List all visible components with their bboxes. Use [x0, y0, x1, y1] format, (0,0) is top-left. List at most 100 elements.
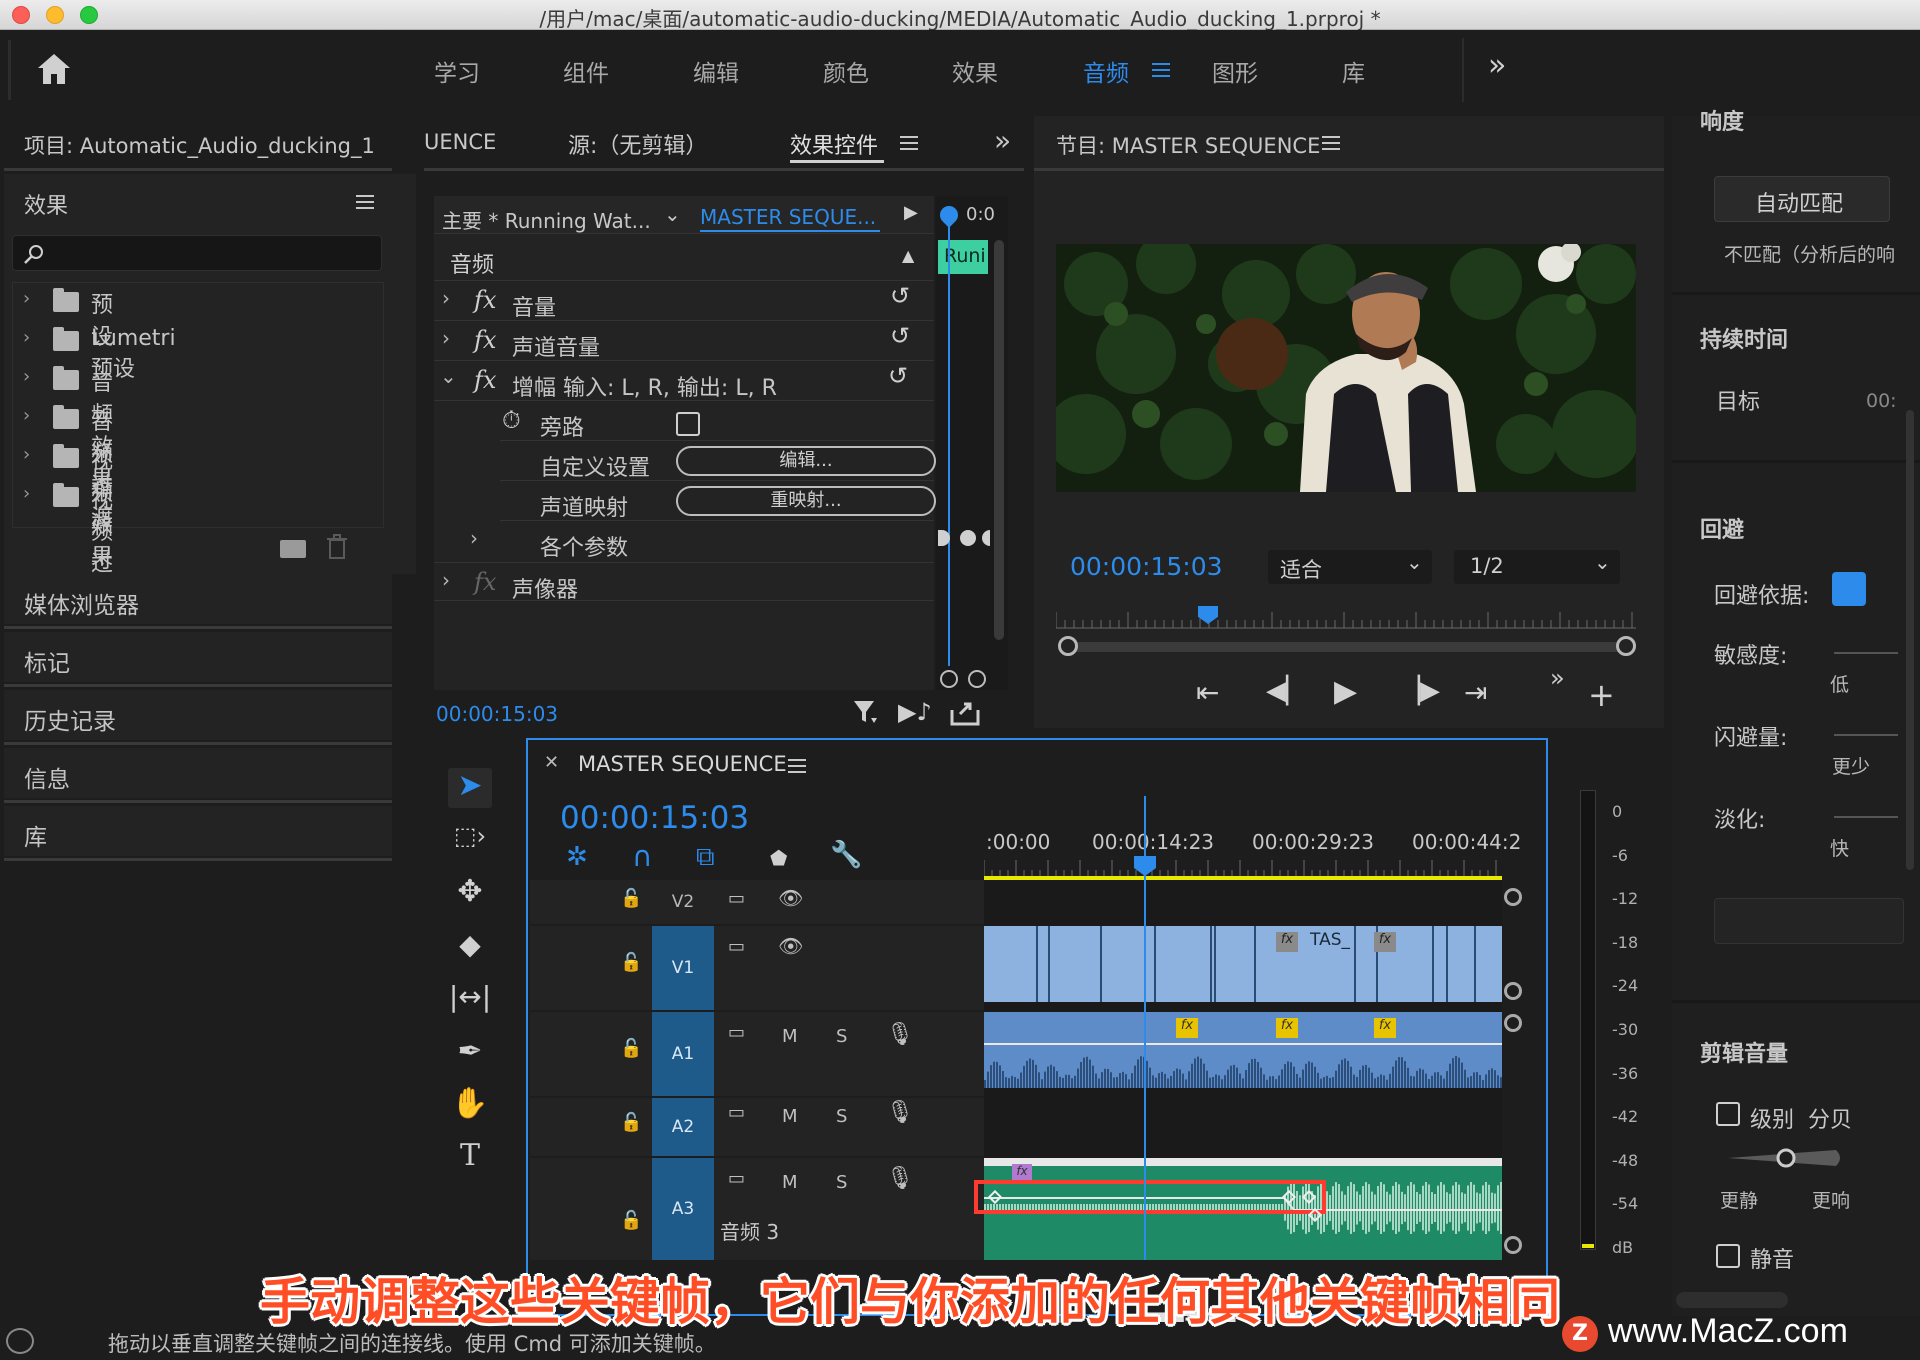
wrench-icon[interactable]: 🔧 [830, 840, 862, 870]
duck-against-dialogue-icon[interactable] [1832, 572, 1866, 606]
lock-icon[interactable]: 🔓 [620, 952, 642, 973]
scroll-handle[interactable] [1504, 1014, 1522, 1032]
go-to-in-icon[interactable]: ⇤ [1196, 676, 1219, 709]
timeline-timecode[interactable]: 00:00:15:03 [560, 800, 749, 836]
panel-tab-media-browser[interactable]: 媒体浏览器 [24, 586, 139, 620]
fx-icon[interactable]: fx [474, 568, 496, 596]
master-clip-label[interactable]: 主要 * Running Wat... [442, 205, 651, 234]
zoom-handle[interactable] [940, 670, 958, 688]
sync-lock-icon[interactable]: ▭ [728, 888, 745, 909]
ducking-header[interactable]: 回避 [1700, 512, 1744, 544]
eye-icon[interactable]: 👁 [778, 886, 803, 910]
panel-scrollbar[interactable] [1906, 410, 1914, 870]
effect-channel-volume[interactable]: 声道音量 [512, 330, 600, 362]
play-audio-icon[interactable]: ▶♪ [898, 698, 932, 726]
track-target-v1[interactable]: V1 [652, 926, 714, 1010]
more-controls-icon[interactable]: » [1550, 664, 1565, 692]
reset-dropdown-icon[interactable]: ↺ [888, 362, 908, 390]
workspace-menu-icon[interactable] [1152, 63, 1170, 77]
panel-overflow-icon[interactable]: » [994, 124, 1011, 157]
chevron-down-icon[interactable]: ⌄ [440, 364, 457, 388]
new-bin-icon[interactable] [280, 540, 306, 558]
workspace-tab-libraries[interactable]: 库 [1342, 54, 1365, 88]
linked-selection-icon[interactable]: ⧉ [696, 842, 715, 873]
duration-header[interactable]: 持续时间 [1700, 322, 1788, 354]
chevron-right-icon[interactable]: › [23, 288, 30, 309]
close-tab-icon[interactable]: ✕ [544, 752, 559, 773]
effect-controls-menu-icon[interactable] [900, 136, 918, 150]
workspace-tab-assembly[interactable]: 组件 [563, 54, 609, 88]
track-target-a3[interactable]: A3 [652, 1158, 714, 1260]
sync-lock-icon[interactable]: ▭ [728, 1022, 745, 1043]
scroll-handle[interactable] [1504, 888, 1522, 906]
clip-edit-point[interactable] [1214, 926, 1216, 1002]
track-target-v2[interactable]: V2 [652, 880, 714, 924]
nest-icon[interactable]: ✲ [566, 842, 588, 872]
filter-icon[interactable] [852, 698, 880, 726]
video-frame[interactable] [1056, 244, 1636, 492]
lock-icon[interactable]: 🔓 [620, 1210, 642, 1231]
mic-icon[interactable]: 🎙 [886, 1166, 914, 1191]
keyframe-highlight[interactable] [974, 1180, 1326, 1214]
clip-edit-point[interactable] [1154, 926, 1156, 1002]
step-forward-icon[interactable]: ▕▶ [1400, 676, 1440, 706]
ec-playhead[interactable] [948, 206, 950, 666]
fx-icon[interactable]: fx [474, 366, 496, 394]
tab-sequence-fragment[interactable]: UENCE [424, 130, 496, 154]
auto-match-button[interactable]: 自动匹配 [1714, 176, 1890, 222]
track-header-v2[interactable] [530, 880, 985, 924]
workspace-more-icon[interactable]: » [1488, 48, 1506, 83]
program-ruler[interactable] [1056, 604, 1636, 630]
target-value[interactable]: 00: [1866, 390, 1897, 412]
chevron-right-icon[interactable]: › [442, 568, 450, 592]
solo-button[interactable]: S [836, 1172, 847, 1193]
effects-panel-title[interactable]: 效果 [24, 188, 68, 220]
tab-effect-controls[interactable]: 效果控件 [790, 128, 878, 160]
step-back-icon[interactable]: ◀▏ [1266, 676, 1306, 706]
play-icon[interactable]: ▶ [1334, 674, 1357, 709]
workspace-tab-learn[interactable]: 学习 [434, 54, 480, 88]
workspace-tab-color[interactable]: 颜色 [823, 54, 869, 88]
program-monitor-title[interactable]: 节目: MASTER SEQUENCE [1056, 130, 1320, 160]
sync-lock-icon[interactable]: ▭ [728, 1168, 745, 1189]
mic-icon[interactable]: 🎙 [886, 1022, 914, 1047]
solo-button[interactable]: S [836, 1026, 847, 1047]
track-name-a3[interactable]: 音频 3 [720, 1216, 779, 1245]
zoom-handle-right[interactable] [1616, 636, 1636, 656]
sensitivity-slider[interactable] [1834, 652, 1898, 654]
lock-icon[interactable]: 🔓 [620, 1112, 642, 1133]
go-to-out-icon[interactable]: ⇥ [1464, 676, 1487, 709]
clip-edit-point[interactable] [1210, 926, 1212, 1002]
clip-volume-header[interactable]: 剪辑音量 [1700, 1036, 1788, 1068]
mute-button[interactable]: M [782, 1026, 798, 1047]
track-header-v1[interactable] [530, 926, 985, 1010]
panel-h-scrollbar[interactable] [1676, 1292, 1788, 1308]
solo-button[interactable]: S [836, 1106, 847, 1127]
razor-tool-icon[interactable]: ◆ [448, 928, 492, 968]
snap-icon[interactable]: ∩ [632, 840, 653, 873]
panel-tab-info[interactable]: 信息 [24, 760, 70, 794]
sync-lock-icon[interactable]: ▭ [728, 1102, 745, 1123]
sync-lock-icon[interactable]: ▭ [728, 936, 745, 957]
track-header-a1[interactable] [530, 1012, 985, 1096]
remap-button[interactable]: 重映射... [676, 486, 936, 516]
panel-tab-history[interactable]: 历史记录 [24, 702, 116, 736]
trash-icon[interactable] [326, 534, 348, 560]
reset-icon[interactable]: ↺ [890, 322, 910, 350]
scroll-handle[interactable] [1504, 1236, 1522, 1254]
play-arrow-icon[interactable]: ▶ [904, 202, 918, 223]
workspace-tab-graphics[interactable]: 图形 [1212, 54, 1258, 88]
loudness-header[interactable]: 响度 [1700, 104, 1744, 136]
selection-tool-icon[interactable]: ➤ [448, 768, 492, 808]
track-header-a2[interactable] [530, 1098, 985, 1156]
fx-icon[interactable]: fx [474, 326, 496, 354]
clip-edit-point[interactable] [1446, 926, 1448, 1002]
program-menu-icon[interactable] [1322, 136, 1340, 150]
effect-volume[interactable]: 音量 [512, 290, 556, 322]
clip-edit-point[interactable] [1432, 926, 1434, 1002]
ripple-edit-tool-icon[interactable]: ✥ [448, 874, 492, 914]
effects-search-input[interactable] [53, 240, 373, 266]
timeline-menu-icon[interactable] [788, 759, 806, 773]
clip-edit-point[interactable] [1048, 926, 1050, 1002]
project-panel-title[interactable]: 项目: Automatic_Audio_ducking_1 [24, 130, 375, 160]
